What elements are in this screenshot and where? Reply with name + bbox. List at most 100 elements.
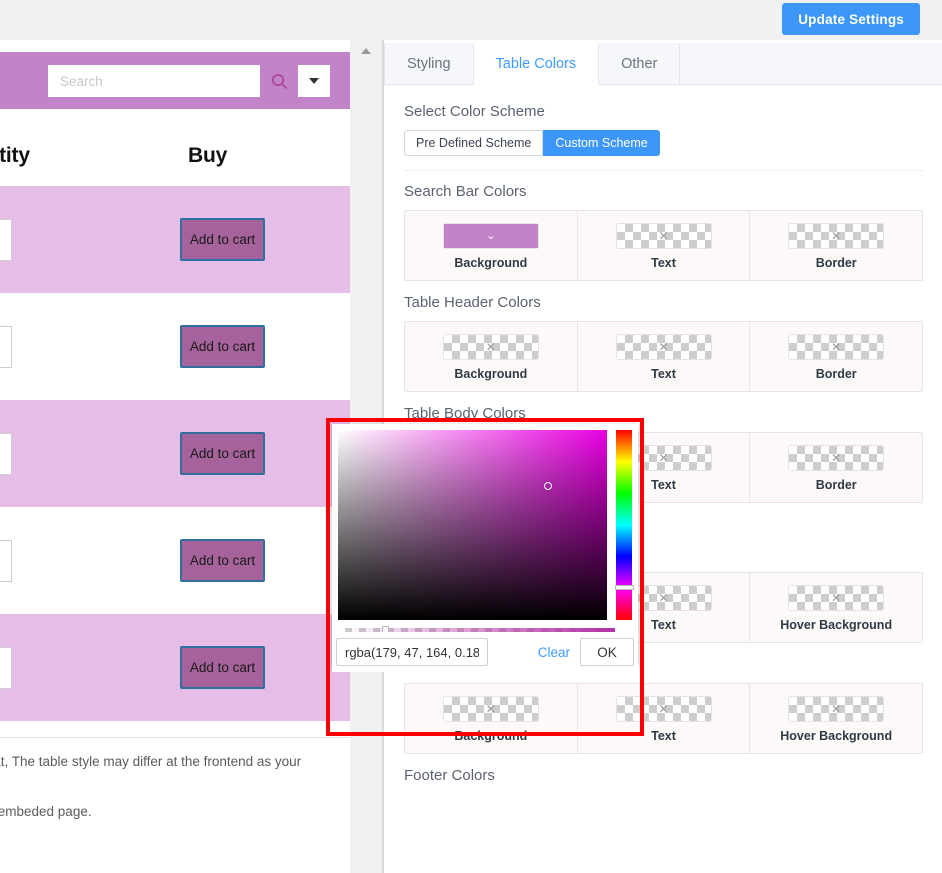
swatch-cell: ✕ Hover Background [750,684,922,753]
color-value-input[interactable] [336,638,488,666]
swatch-cell: ✕ Text [578,322,751,391]
swatch-cell: ⌄ Background [405,211,578,280]
color-swatch-border[interactable]: ✕ [788,334,885,360]
quantity-input[interactable] [0,219,12,261]
hue-slider[interactable] [614,430,634,620]
preview-note: that, The table style may differ at the … [0,737,350,823]
color-swatch-hover-background[interactable]: ✕ [788,585,885,611]
table-row: Add to cart [0,507,350,614]
chevron-down-icon: ⌄ [486,229,496,242]
add-to-cart-button[interactable]: Add to cart [180,539,265,582]
chevron-down-icon [309,78,319,84]
close-icon: ✕ [831,229,842,243]
swatch-label: Text [651,618,676,632]
swatch-label: Text [651,367,676,381]
swatch-cell: ✕ Border [750,322,922,391]
color-swatch-hover-background[interactable]: ✕ [788,696,885,722]
close-icon: ✕ [658,229,669,243]
swatch-label: Text [651,256,676,270]
add-to-cart-button[interactable]: Add to cart [180,646,265,689]
color-swatch-text[interactable]: ✕ [615,223,712,249]
add-to-cart-button[interactable]: Add to cart [180,325,265,368]
table-row: Add to cart [0,293,350,400]
scheme-button-pre-defined-scheme[interactable]: Pre Defined Scheme [404,130,544,156]
close-icon: ✕ [658,702,669,716]
section-divider [404,170,923,171]
swatch-row: ⌄ Background ✕ Text ✕ Border [404,210,923,281]
quantity-input[interactable] [0,540,12,582]
tab-other[interactable]: Other [599,43,681,84]
color-swatch-border[interactable]: ✕ [788,223,885,249]
swatch-label: Hover Background [780,618,893,632]
color-swatch-background[interactable]: ⌄ [442,223,539,249]
search-group [48,65,330,97]
color-swatch-background[interactable]: ✕ [442,334,539,360]
color-picker-popup[interactable] [332,424,638,666]
color-swatch-border[interactable]: ✕ [788,445,885,471]
section-title-search-bar-colors: Search Bar Colors [404,183,527,200]
top-bar: Update Settings [0,0,942,40]
column-header-buy: Buy [188,144,228,167]
swatch-cell: ✕ Text [578,684,751,753]
close-icon: ✕ [485,340,496,354]
close-icon: ✕ [658,591,669,605]
scheme-toggle-group: Pre Defined Scheme Custom Scheme [404,130,923,156]
swatch-label: Text [651,729,676,743]
picker-main [338,430,634,620]
section-title-footer-colors: Footer Colors [404,767,495,784]
swatch-label: Background [454,729,528,743]
close-icon: ✕ [831,451,842,465]
swatch-label: Border [815,367,857,381]
search-button[interactable] [260,65,298,97]
swatch-row: ✕ Background ✕ Text ✕ Border [404,321,923,392]
swatch-label: Border [815,256,857,270]
note-line-2: ur embeded page. [0,804,92,820]
update-settings-button[interactable]: Update Settings [782,3,920,35]
table-row: Add to cart [0,186,350,293]
section-title-table-header-colors: Table Header Colors [404,294,541,311]
swatch-cell: ✕ Hover Background [750,573,922,642]
color-swatch-background[interactable]: ✕ [442,696,539,722]
table-row: Add to cart [0,614,350,721]
table-preview-pane: antity Buy Add to cart Add to cart Add to … [0,40,350,873]
close-icon: ✕ [831,702,842,716]
saturation-cursor[interactable] [544,482,552,490]
tab-styling[interactable]: Styling [384,43,474,84]
saturation-value-area[interactable] [338,430,607,620]
swatch-cell: ✕ Background [405,684,578,753]
close-icon: ✕ [831,591,842,605]
quantity-input[interactable] [0,433,12,475]
section-title-table-body-colors: Table Body Colors [404,405,526,422]
swatch-cell: ✕ Border [750,211,922,280]
swatch-label: Text [651,478,676,492]
select-color-scheme-title: Select Color Scheme [404,103,545,120]
search-dropdown-button[interactable] [298,65,330,97]
hue-slider-handle[interactable] [614,585,634,590]
swatch-row: ✕ Background ✕ Text ✕ Hover Background [404,683,923,754]
tab-table-colors[interactable]: Table Colors [473,43,600,85]
quantity-input[interactable] [0,326,12,368]
quantity-input[interactable] [0,647,12,689]
swatch-label: Background [454,256,528,270]
add-to-cart-button[interactable]: Add to cart [180,432,265,475]
color-swatch-text[interactable]: ✕ [615,696,712,722]
color-picker-footer: Clear OK [332,632,638,672]
add-to-cart-button[interactable]: Add to cart [180,218,265,261]
swatch-label: Background [454,367,528,381]
preview-search-bar [0,52,350,109]
swatch-cell: ✕ Text [578,211,751,280]
clear-color-button[interactable]: Clear [538,645,570,660]
scheme-button-custom-scheme[interactable]: Custom Scheme [543,130,660,156]
close-icon: ✕ [831,340,842,354]
swatch-label: Border [815,478,857,492]
note-line-1: that, The table style may differ at the … [0,754,302,769]
swatch-label: Hover Background [780,729,893,743]
swatch-cell: ✕ Border [750,433,922,502]
ok-button[interactable]: OK [580,638,634,666]
search-icon [271,73,288,90]
scroll-up-icon[interactable] [361,48,371,54]
color-swatch-text[interactable]: ✕ [615,334,712,360]
preview-table-header: antity Buy [0,128,350,186]
search-input[interactable] [48,65,260,97]
column-header-quantity: antity [0,144,30,167]
